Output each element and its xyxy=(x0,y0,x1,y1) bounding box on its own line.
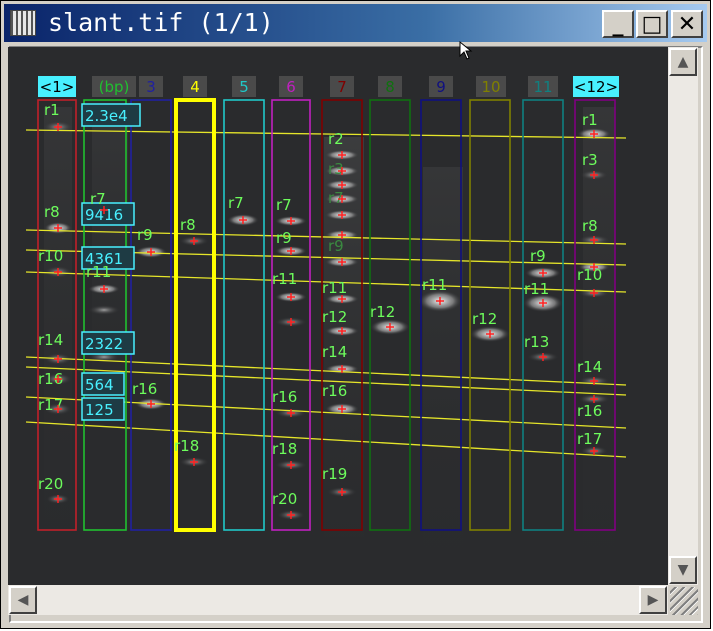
band-label: r18 xyxy=(174,437,199,455)
band-label: r11 xyxy=(272,270,297,288)
size-marker: 125 xyxy=(85,401,114,419)
band-label: r14 xyxy=(577,358,602,376)
band-label: r13 xyxy=(524,333,549,351)
band-label: r9 xyxy=(328,237,344,255)
band-label: r8 xyxy=(582,217,598,235)
mouse-cursor-icon xyxy=(459,40,473,60)
lane-header-11: 11 xyxy=(533,78,552,96)
gel-image[interactable]: <1> (bp) 3 4 5 6 7 8 9 10 11 <12> 2.3e4 … xyxy=(8,47,668,585)
band-label: r3 xyxy=(582,151,598,169)
band-label: r9 xyxy=(530,247,546,265)
system-menu-icon[interactable] xyxy=(10,10,36,36)
title-bar[interactable]: slant.tif (1/1) _ □ ✕ xyxy=(4,4,707,42)
vertical-scrollbar[interactable]: ▲ ▼ xyxy=(668,47,698,585)
band-label: r16 xyxy=(577,402,602,420)
band-label: r20 xyxy=(38,475,63,493)
band-label: r1 xyxy=(582,111,598,129)
lane-header-9: 9 xyxy=(436,78,446,96)
band-label: r12 xyxy=(322,308,347,326)
close-button[interactable]: ✕ xyxy=(671,10,703,38)
lane-header-4: 4 xyxy=(190,78,200,96)
lane-header-3: 3 xyxy=(146,78,156,96)
lane-header-5: 5 xyxy=(239,78,249,96)
lane-header-1: <1> xyxy=(40,78,75,96)
up-arrow-icon[interactable]: ▲ xyxy=(669,48,697,76)
band-label: r12 xyxy=(472,310,497,328)
size-marker: 2.3e4 xyxy=(85,107,128,125)
band-label: r12 xyxy=(370,303,395,321)
band-label: r10 xyxy=(38,247,63,265)
right-arrow-icon[interactable]: ▶ xyxy=(639,586,667,614)
lane-header-12: <12> xyxy=(574,78,618,96)
band-label: r1 xyxy=(44,101,60,119)
band-label: r9 xyxy=(137,226,153,244)
band-label: r14 xyxy=(322,343,347,361)
band-label: r8 xyxy=(44,203,60,221)
lane-box-5 xyxy=(223,99,265,531)
band-label: r10 xyxy=(577,266,602,284)
lane-box-11 xyxy=(522,99,564,531)
lane-header-6: 6 xyxy=(286,78,296,96)
band-label: r11 xyxy=(524,280,549,298)
band-label: r17 xyxy=(38,396,63,414)
band-label: r2 xyxy=(328,130,344,148)
band-label: r16 xyxy=(272,388,297,406)
lane-box-3 xyxy=(130,99,172,531)
band-label: r16 xyxy=(322,382,347,400)
horizontal-scrollbar[interactable]: ◀ ▶ xyxy=(8,585,668,615)
window-title: slant.tif (1/1) xyxy=(48,8,274,37)
band-label: r11 xyxy=(86,263,111,281)
band-label: r17 xyxy=(577,430,602,448)
lane-header-2: (bp) xyxy=(99,78,130,96)
left-arrow-icon[interactable]: ◀ xyxy=(9,586,37,614)
band-label: r14 xyxy=(38,331,63,349)
lane-header-10: 10 xyxy=(481,78,500,96)
band-label: r20 xyxy=(272,490,297,508)
size-marker: 564 xyxy=(85,376,114,394)
band-label: r18 xyxy=(272,440,297,458)
band-label: r9 xyxy=(276,229,292,247)
lane-headers[interactable]: <1> (bp) 3 4 5 6 7 8 9 10 11 <12> xyxy=(38,76,619,97)
minimize-button[interactable]: _ xyxy=(602,10,634,38)
band-label: r16 xyxy=(132,380,157,398)
band-label: r11 xyxy=(422,276,447,294)
band-label: r11 xyxy=(322,279,347,297)
band-label: r7 xyxy=(228,194,244,212)
band-label: r8 xyxy=(180,216,196,234)
band-label: r7 xyxy=(90,190,106,208)
band-label: r19 xyxy=(322,465,347,483)
lane-header-7: 7 xyxy=(337,78,347,96)
resize-grip[interactable] xyxy=(670,587,698,615)
size-marker: 2322 xyxy=(85,335,123,353)
maximize-button[interactable]: □ xyxy=(636,10,668,38)
band-label: r7 xyxy=(276,196,292,214)
down-arrow-icon[interactable]: ▼ xyxy=(669,556,697,584)
lane-header-8: 8 xyxy=(385,78,395,96)
